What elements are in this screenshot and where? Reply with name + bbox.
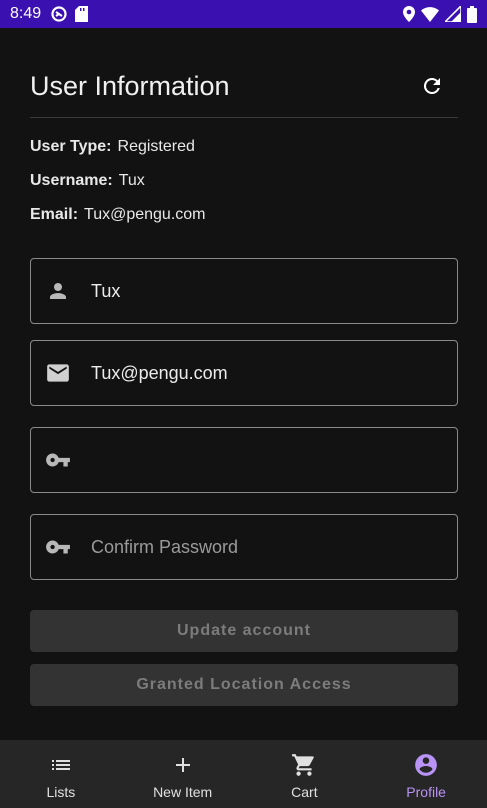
email-row: Email: Tux@pengu.com [30,206,206,224]
signal-icon [445,6,461,22]
username-label: Username: [30,172,113,189]
status-bar: 8:49 [0,0,487,28]
nav-label-new-item: New Item [153,784,213,800]
battery-icon [467,5,477,23]
cart-icon [291,752,317,778]
email-field[interactable] [30,340,458,406]
refresh-icon [423,77,440,94]
key-icon [45,534,71,560]
nav-item-lists[interactable]: Lists [0,740,122,808]
page-title: User Information [30,71,230,101]
list-icon [49,752,73,778]
key-icon [45,447,71,473]
email-label: Email: [30,206,79,223]
sd-card-icon [75,6,89,22]
user-type-value: Registered [117,138,195,155]
nav-label-profile: Profile [406,784,446,800]
password-input[interactable] [91,449,411,471]
nav-item-new-item[interactable]: New Item [122,740,244,808]
confirm-password-field[interactable] [30,514,458,580]
refresh-button[interactable] [416,70,448,102]
status-right-icons [403,5,477,23]
plus-icon [171,752,195,778]
bottom-navigation: Lists New Item Cart Profile [0,740,487,808]
location-icon [403,6,415,22]
username-value: Tux [118,172,145,189]
person-icon [45,278,71,304]
wifi-icon [421,6,439,22]
mail-icon [45,360,71,386]
header: User Information [30,68,458,118]
do-not-disturb-icon [51,6,67,22]
user-type-label: User Type: [30,138,112,155]
update-account-button[interactable]: Update account [30,610,458,652]
nav-label-lists: Lists [46,784,76,800]
status-left-icons [51,6,89,22]
email-input[interactable] [91,362,411,384]
location-access-button[interactable]: Granted Location Access [30,664,458,706]
username-field[interactable] [30,258,458,324]
confirm-password-input[interactable] [91,536,411,558]
username-input[interactable] [91,280,411,302]
username-row: Username: Tux [30,172,145,190]
nav-label-cart: Cart [291,784,318,800]
user-type-row: User Type: Registered [30,138,195,156]
password-field[interactable] [30,427,458,493]
email-value: Tux@pengu.com [84,206,206,223]
nav-item-cart[interactable]: Cart [244,740,366,808]
status-time: 8:49 [10,5,42,22]
profile-screen: User Information User Type: Registered Us… [0,28,487,740]
nav-item-profile[interactable]: Profile [365,740,487,808]
account-circle-icon [413,752,439,778]
